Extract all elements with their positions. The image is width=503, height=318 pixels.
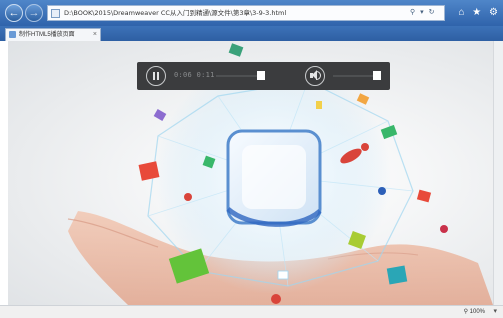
progress-track[interactable] bbox=[216, 75, 262, 77]
cube-illustration bbox=[226, 129, 322, 227]
forward-arrow-icon[interactable]: → bbox=[25, 4, 43, 22]
status-bar: ⚲ 100% ▾ bbox=[0, 305, 503, 318]
volume-track[interactable] bbox=[333, 75, 373, 77]
chevron-down-icon[interactable]: ▾ bbox=[493, 307, 497, 315]
back-arrow-icon[interactable]: ← bbox=[5, 4, 23, 22]
gear-icon[interactable]: ⚙ bbox=[489, 5, 498, 21]
pause-icon[interactable] bbox=[146, 66, 166, 86]
speaker-icon[interactable] bbox=[305, 66, 325, 86]
home-icon[interactable]: ⌂ bbox=[458, 5, 464, 21]
refresh-icon[interactable]: ↻ bbox=[429, 7, 435, 19]
address-text: D:\BOOK\2015\Dreamweaver CC从入门到精通\源文件\第3… bbox=[64, 9, 287, 17]
browser-icons: ⌂ ★ ⚙ bbox=[453, 5, 498, 21]
tab-strip: 制作HTML5播放页面 × bbox=[0, 26, 503, 41]
search-icon[interactable]: ⚲ bbox=[410, 7, 415, 19]
speaker-wave bbox=[316, 71, 321, 80]
close-tab-icon[interactable]: × bbox=[93, 29, 97, 41]
tab-title: 制作HTML5播放页面 bbox=[19, 32, 75, 38]
star-icon[interactable]: ★ bbox=[472, 5, 481, 21]
zoom-value: 100% bbox=[469, 309, 485, 315]
vertical-scrollbar[interactable] bbox=[493, 41, 503, 305]
zoom-level[interactable]: ⚲ 100% bbox=[464, 308, 485, 317]
dropdown-icon[interactable]: ▾ bbox=[420, 7, 424, 19]
time-display: 0:06 0:11 bbox=[174, 71, 215, 79]
progress-thumb[interactable] bbox=[257, 71, 265, 80]
video-controls: 0:06 0:11 bbox=[137, 62, 390, 90]
address-bar[interactable]: D:\BOOK\2015\Dreamweaver CC从入门到精通\源文件\第3… bbox=[47, 5, 445, 21]
address-tools: ⚲ ▾ ↻ bbox=[410, 7, 444, 19]
browser-tab[interactable]: 制作HTML5播放页面 × bbox=[5, 28, 101, 41]
volume-thumb[interactable] bbox=[373, 71, 381, 80]
page-icon bbox=[51, 9, 60, 18]
browser-toolbar: ← → D:\BOOK\2015\Dreamweaver CC从入门到精通\源文… bbox=[0, 0, 503, 26]
tab-favicon-icon bbox=[9, 31, 16, 38]
